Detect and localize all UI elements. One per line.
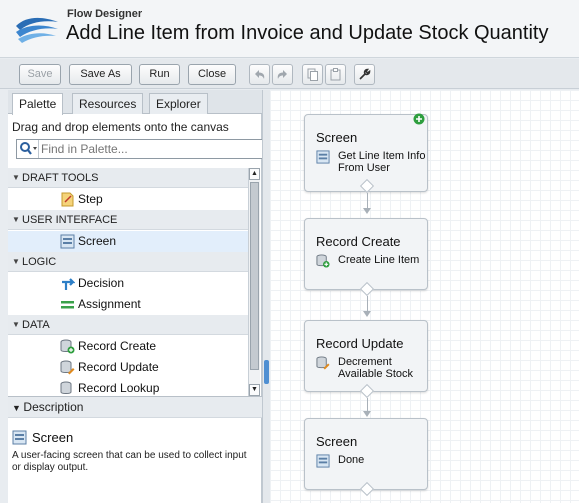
flow-designer-logo-icon <box>16 17 58 43</box>
flow-node-screen-done[interactable]: Screen Done <box>304 418 428 490</box>
save-button[interactable]: Save <box>19 64 61 85</box>
connector-arrow-icon <box>363 208 371 214</box>
item-label: Screen <box>78 234 117 248</box>
splitter-handle[interactable] <box>264 360 269 384</box>
palette-hint: Drag and drop elements onto the canvas <box>12 120 229 134</box>
screen-icon <box>60 234 75 249</box>
copy-icon <box>307 68 318 81</box>
palette-item-assignment[interactable]: Assignment <box>8 294 248 315</box>
item-label: Record Lookup <box>78 381 160 395</box>
record-update-icon <box>316 356 330 370</box>
section-draft-tools[interactable]: ▼ DRAFT TOOLS <box>8 168 248 188</box>
section-data[interactable]: ▼ DATA <box>8 315 248 335</box>
palette-search[interactable] <box>16 139 264 159</box>
node-label: Decrement Available Stock <box>338 356 414 380</box>
section-label: DATA <box>22 319 50 331</box>
screen-icon <box>316 454 330 468</box>
scroll-thumb[interactable] <box>250 182 259 370</box>
node-type: Record Update <box>316 336 404 351</box>
section-logic[interactable]: ▼ LOGIC <box>8 252 248 272</box>
palette-item-step[interactable]: Step <box>8 189 248 210</box>
item-label: Record Create <box>78 339 157 353</box>
item-label: Record Update <box>78 360 159 374</box>
node-label: Get Line Item Info From User <box>338 150 426 174</box>
item-label: Assignment <box>78 297 141 311</box>
paste-button[interactable] <box>325 64 346 85</box>
section-label: USER INTERFACE <box>22 214 118 226</box>
record-update-icon <box>60 360 75 375</box>
node-label: Done <box>338 454 365 466</box>
palette-item-decision[interactable]: Decision <box>8 273 248 294</box>
flow-canvas[interactable]: Screen Get Line Item Info From User Reco… <box>270 90 579 503</box>
scroll-down-button[interactable]: ▼ <box>249 384 260 396</box>
panel-tabs: Palette Resources Explorer <box>8 90 262 115</box>
step-icon <box>61 192 74 207</box>
run-button[interactable]: Run <box>139 64 180 85</box>
collapse-icon: ▼ <box>12 320 20 329</box>
collapse-icon: ▼ <box>12 173 20 182</box>
description-text: A user-facing screen that can be used to… <box>12 450 247 473</box>
wrench-icon <box>359 68 371 80</box>
connector-line <box>367 296 368 312</box>
screen-icon <box>12 430 27 445</box>
save-as-button[interactable]: Save As <box>69 64 132 85</box>
flow-node-record-update[interactable]: Record Update Decrement Available Stock <box>304 320 428 392</box>
record-lookup-icon <box>60 381 72 394</box>
item-label: Step <box>78 192 103 206</box>
collapse-icon: ▼ <box>12 257 20 266</box>
description-header[interactable]: ▼ Description <box>8 396 262 418</box>
close-button[interactable]: Close <box>188 64 236 85</box>
assignment-icon <box>61 301 74 309</box>
palette-item-record-update[interactable]: Record Update <box>8 357 248 378</box>
decision-icon <box>62 278 75 290</box>
palette-panel: Palette Resources Explorer Drag and drop… <box>8 90 264 503</box>
tab-explorer[interactable]: Explorer <box>149 93 208 114</box>
redo-button[interactable] <box>272 64 293 85</box>
section-label: LOGIC <box>22 256 57 268</box>
start-icon <box>413 113 425 125</box>
app-name: Flow Designer <box>67 8 143 20</box>
panel-splitter[interactable] <box>262 90 270 503</box>
node-type: Screen <box>316 130 358 145</box>
collapse-icon: ▼ <box>12 403 24 413</box>
connector-arrow-icon <box>363 411 371 417</box>
connector-arrow-icon <box>363 311 371 317</box>
flow-title: Add Line Item from Invoice and Update St… <box>66 22 549 44</box>
node-type: Screen <box>316 434 358 449</box>
screen-icon <box>316 150 330 164</box>
description-title: Screen <box>32 430 74 445</box>
paste-icon <box>330 68 341 81</box>
collapse-icon: ▼ <box>12 215 20 224</box>
undo-button[interactable] <box>249 64 270 85</box>
item-label: Decision <box>78 276 125 290</box>
palette-item-record-create[interactable]: Record Create <box>8 336 248 357</box>
search-input[interactable] <box>41 140 261 158</box>
redo-icon <box>277 70 287 79</box>
description-header-label: Description <box>23 400 84 414</box>
record-create-icon <box>316 254 330 268</box>
copy-button[interactable] <box>302 64 323 85</box>
undo-icon <box>255 70 265 79</box>
connector-line <box>367 193 368 209</box>
tab-palette[interactable]: Palette <box>12 93 64 115</box>
search-icon <box>20 142 37 155</box>
record-create-icon <box>60 339 75 354</box>
search-options-button[interactable] <box>17 140 39 158</box>
section-user-interface[interactable]: ▼ USER INTERFACE <box>8 210 248 230</box>
node-label: Create Line Item <box>338 254 420 266</box>
properties-button[interactable] <box>354 64 375 85</box>
section-label: DRAFT TOOLS <box>22 172 99 184</box>
connector-line <box>367 398 368 412</box>
tab-resources[interactable]: Resources <box>72 93 144 114</box>
palette-scrollbar[interactable]: ▲ ▼ <box>248 168 260 396</box>
scroll-up-button[interactable]: ▲ <box>249 168 260 180</box>
palette-item-screen[interactable]: Screen <box>8 231 248 252</box>
app-header: Flow Designer Add Line Item from Invoice… <box>0 0 579 58</box>
toolbar: Save Save As Run Close <box>0 59 579 89</box>
flow-node-record-create[interactable]: Record Create Create Line Item <box>304 218 428 290</box>
node-type: Record Create <box>316 234 401 249</box>
